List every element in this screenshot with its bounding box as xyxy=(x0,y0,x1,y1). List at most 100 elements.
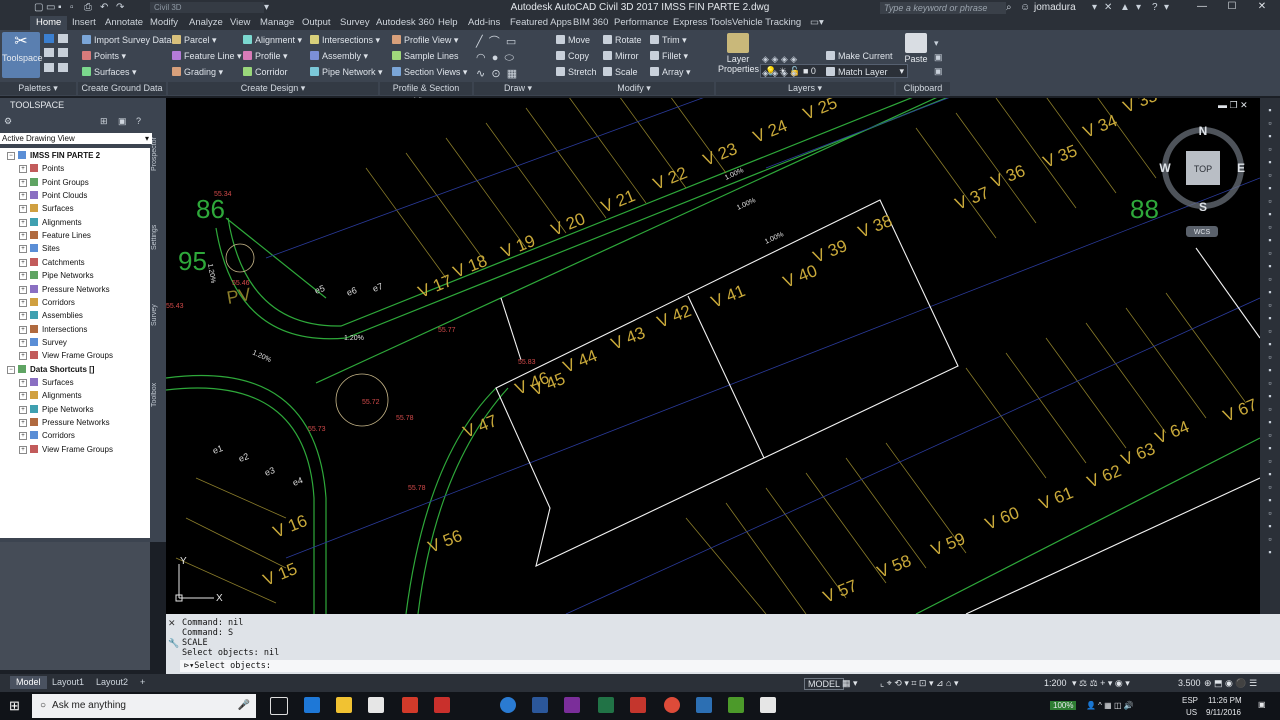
tab-bim-360[interactable]: BIM 360 xyxy=(573,17,608,28)
clipboard-small-icons[interactable]: ▾ ▣ ▣ xyxy=(934,36,944,78)
settings-icon[interactable] xyxy=(58,34,68,43)
tree-item[interactable]: Points xyxy=(30,164,64,173)
signin-dropdown-icon[interactable]: ▾ xyxy=(1092,2,1097,13)
tree-item[interactable]: View Frame Groups xyxy=(30,351,113,360)
qat-saveas-icon[interactable]: ▫ xyxy=(70,2,74,13)
model-space-toggle[interactable]: MODEL xyxy=(804,678,845,690)
tree-expander[interactable]: + xyxy=(19,419,27,427)
qat-open-icon[interactable]: ▭ xyxy=(46,2,55,13)
tree-item[interactable]: Corridors xyxy=(30,297,75,307)
tree-expander[interactable]: + xyxy=(19,232,27,241)
help-icon[interactable]: ? xyxy=(1152,2,1158,13)
tree-item[interactable]: Corridors xyxy=(30,431,75,440)
add-layout-icon[interactable]: + xyxy=(134,676,151,689)
command-close-icon[interactable]: ✕ xyxy=(168,618,176,629)
tree-expander[interactable]: − xyxy=(7,365,15,374)
grid-icon[interactable]: ▦ ▾ xyxy=(842,678,858,689)
tree-item[interactable]: Sites xyxy=(30,244,60,253)
rectangle-icon[interactable]: ▭ xyxy=(506,36,516,48)
tree-expander[interactable]: + xyxy=(19,285,27,294)
tree-item[interactable]: Alignments xyxy=(30,217,82,227)
minimize-button[interactable]: — xyxy=(1192,1,1212,12)
tab-performance[interactable]: Performance xyxy=(614,17,668,28)
taskbar-search[interactable]: ○ Ask me anything 🎤 xyxy=(32,694,256,718)
line-icon[interactable]: ╱ xyxy=(476,36,483,48)
parcel-button[interactable]: Parcel ▾ xyxy=(172,35,217,46)
a360-icon[interactable]: ▲ xyxy=(1120,2,1130,13)
tab-layout1[interactable]: Layout1 xyxy=(46,676,90,689)
annotation-icons[interactable]: ▾ ⚖ ⚖ + ▾ ◉ ▾ xyxy=(1072,678,1130,689)
properties-icon[interactable] xyxy=(44,63,54,72)
tab-home[interactable]: Home xyxy=(30,16,68,30)
tab-toolbox[interactable]: Toolbox xyxy=(151,380,163,410)
user-icon[interactable]: ☺ xyxy=(1020,2,1030,13)
qat-undo-icon[interactable]: ↶ xyxy=(100,2,108,13)
tree-expander[interactable]: + xyxy=(19,178,27,187)
tree-item[interactable]: Point Clouds xyxy=(30,191,87,200)
make-current-button[interactable]: Make Current xyxy=(826,51,893,61)
tab-vehicle-tracking[interactable]: Vehicle Tracking xyxy=(732,17,801,28)
ribbon-minimize-icon[interactable]: ▭▾ xyxy=(810,17,824,28)
tree-item[interactable]: Surfaces xyxy=(30,377,74,387)
tree-expander[interactable]: + xyxy=(19,272,27,281)
user-name[interactable]: jomadura xyxy=(1034,2,1076,13)
tree-expander[interactable]: + xyxy=(19,445,27,454)
microphone-icon[interactable]: 🎤 xyxy=(238,694,250,718)
copy-button[interactable]: Copy xyxy=(556,51,589,61)
taskbar-time[interactable]: 11:26 PM xyxy=(1208,696,1242,705)
snap-icons[interactable]: ⌞ ⌖ ⟲ ▾ ⌗ ⊡ ▾ ⊿ ⌂ ▾ xyxy=(880,678,958,689)
draw-tools[interactable]: ╱ ⌒ ▭ ◠ ● ⬭ ∿ ⊙ ▦ xyxy=(476,34,546,80)
task-view-icon[interactable] xyxy=(270,697,288,715)
layer-properties-button[interactable]: Layer Properties xyxy=(718,33,759,74)
file-explorer-icon[interactable] xyxy=(336,697,352,713)
search-icon[interactable]: ⌕ xyxy=(1006,2,1012,13)
input-language[interactable]: ESP xyxy=(1182,696,1198,705)
clipboard-panel-label[interactable]: Clipboard xyxy=(896,82,950,95)
viewcube-top-label[interactable]: TOP xyxy=(1194,164,1212,174)
ground-panel-label[interactable]: Create Ground Data ▾ xyxy=(78,82,166,106)
tree-item[interactable]: Point Groups xyxy=(30,177,89,187)
active-drawing-view-select[interactable]: Active Drawing View ▾ xyxy=(0,133,152,144)
app-icon[interactable] xyxy=(760,697,776,713)
fillet-button[interactable]: Fillet ▾ xyxy=(650,51,688,62)
civil3d-icon[interactable] xyxy=(728,697,744,713)
tree-expander[interactable]: + xyxy=(19,165,27,174)
point-icon[interactable]: ⊙ xyxy=(491,68,500,80)
tab-survey[interactable]: Survey xyxy=(340,17,370,28)
import-survey-data-button[interactable]: Import Survey Data xyxy=(82,35,172,45)
shortcuts-icon[interactable] xyxy=(58,63,68,72)
hatch-icon[interactable]: ▦ xyxy=(507,68,517,80)
layer-tools-icons[interactable]: ◈ ◈ ◈ ◈ ◈ ◈ ◈ ◈ xyxy=(762,52,822,80)
polyline-icon[interactable]: ⌒ xyxy=(489,36,500,48)
drawing-canvas[interactable]: Y X V 15 V 16 V 17 V 18 V 19 V 20 V 21 V 22 V 23… xyxy=(166,98,1260,614)
tab-view[interactable]: View xyxy=(230,17,250,28)
wcs-label[interactable]: WCS xyxy=(1194,229,1211,236)
toolspace-button[interactable]: ✂ Toolspace xyxy=(2,32,43,78)
viewcube-south[interactable]: S xyxy=(1199,200,1207,214)
prospector-icon[interactable] xyxy=(44,34,54,43)
exchange-icon[interactable]: ✕ xyxy=(1104,2,1112,13)
tree-expander[interactable]: + xyxy=(19,245,27,254)
grading-button[interactable]: Grading ▾ xyxy=(172,67,223,78)
tree-expander[interactable]: − xyxy=(7,152,15,160)
maximize-button[interactable]: ☐ xyxy=(1222,1,1242,12)
pipe-network-button[interactable]: Pipe Network ▾ xyxy=(310,67,383,78)
intersections-button[interactable]: Intersections ▾ xyxy=(310,35,380,46)
chrome-icon[interactable] xyxy=(664,697,680,713)
tree-item[interactable]: IMSS FIN PARTE 2 xyxy=(18,151,100,160)
tab-output[interactable]: Output xyxy=(302,17,331,28)
command-settings-icon[interactable]: 🔧 xyxy=(168,638,179,649)
tree-expander[interactable]: + xyxy=(19,325,27,334)
tab-add-ins[interactable]: Add-ins xyxy=(468,17,500,28)
tab-help[interactable]: Help xyxy=(438,17,458,28)
navbar-tools[interactable]: ▪ ▫ ▪ ▫ ▪ ▫ ▪ ▫ ▪ ▫ ▪ ▫ ▪ ▫ ▪ ▫ ▪ ▫ ▪ ▫ ▪ ▫ ▪ ▫ ▪ ▫ ▪ ▫ ▪ ▫ ▪ ▫ ▪ ▫ ▪ xyxy=(1264,104,1276,559)
tab-featured-apps[interactable]: Featured Apps xyxy=(510,17,572,28)
taskbar-date[interactable]: 9/11/2016 xyxy=(1206,708,1241,717)
array-button[interactable]: Array ▾ xyxy=(650,67,691,78)
trim-button[interactable]: Trim ▾ xyxy=(650,35,687,46)
viewport-close-icon[interactable]: ✕ xyxy=(1240,100,1248,110)
toolspace-settings-icon[interactable]: ⚙ xyxy=(4,116,12,126)
qat-print-icon[interactable]: ⎙ xyxy=(84,2,92,13)
annotation-scale-select[interactable]: 1:200 xyxy=(1044,678,1067,688)
toolspace-tree-icon[interactable]: ⊞ xyxy=(100,116,108,127)
